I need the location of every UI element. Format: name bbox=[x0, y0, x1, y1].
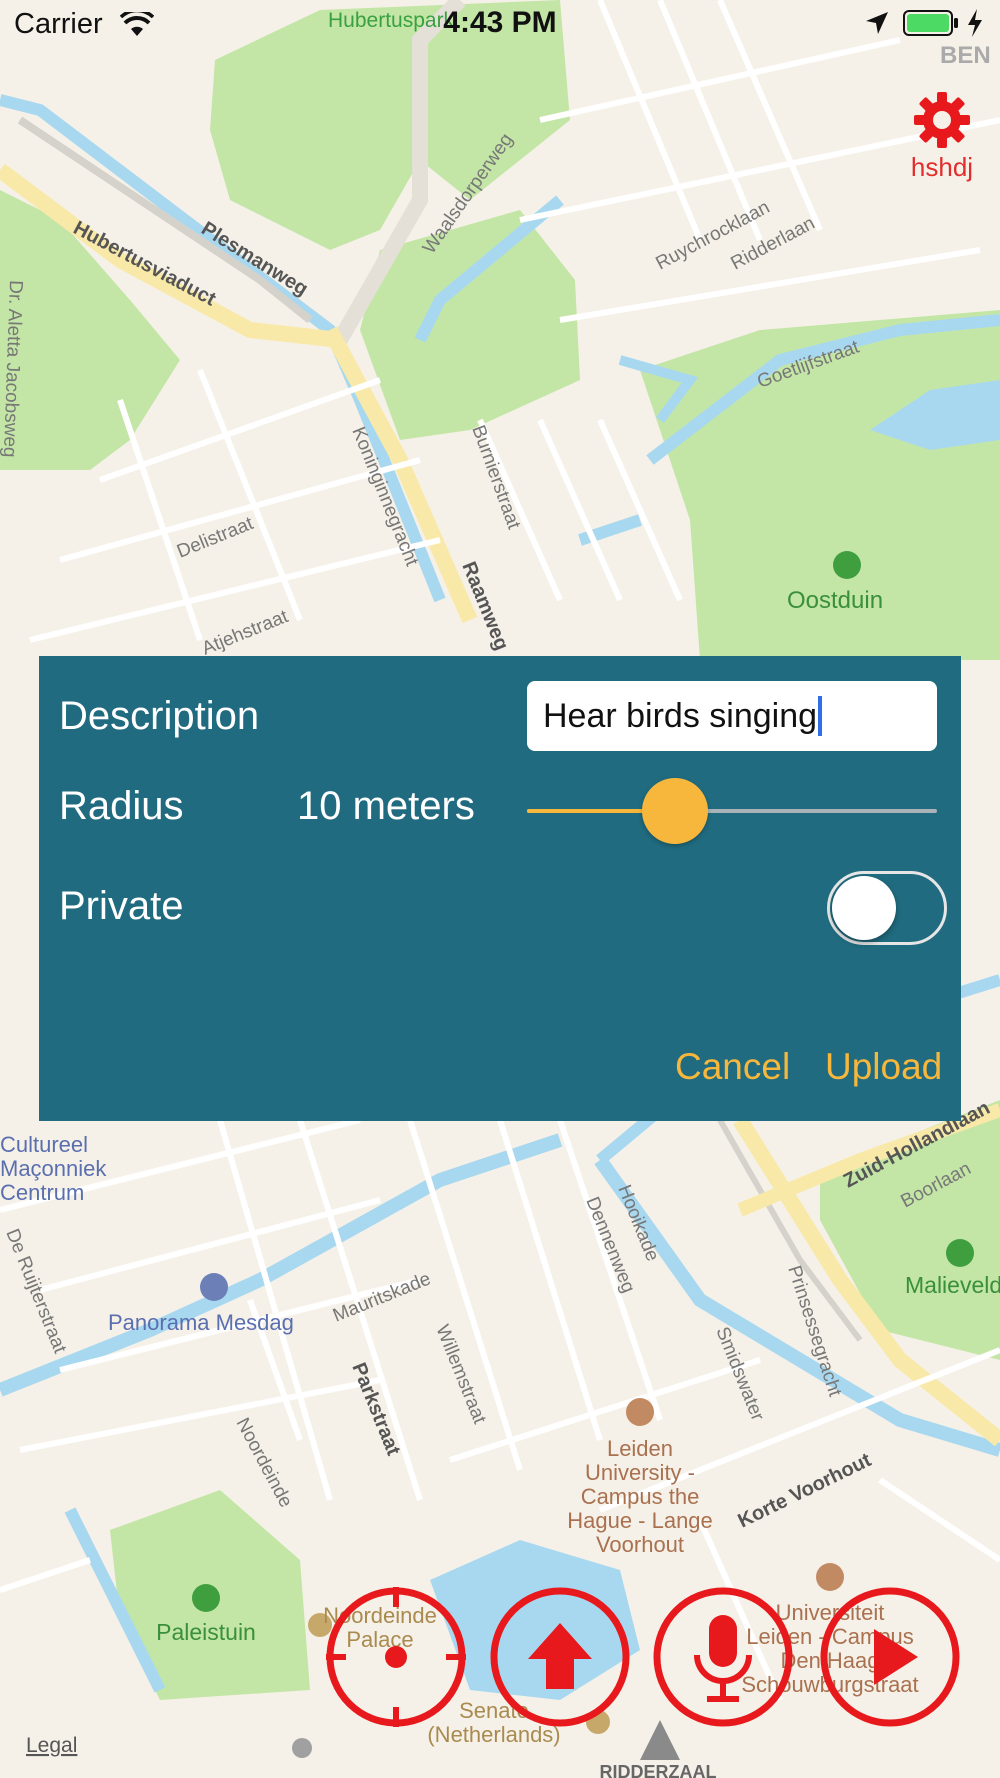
private-toggle[interactable] bbox=[827, 871, 947, 945]
text-caret bbox=[818, 696, 823, 736]
locate-button[interactable] bbox=[324, 1585, 468, 1729]
label-leiden-3: Campus the bbox=[581, 1484, 700, 1509]
paleistuin-pin-icon bbox=[192, 1584, 220, 1612]
microphone-icon bbox=[653, 1587, 793, 1727]
description-label: Description bbox=[59, 694, 260, 738]
label-cultureel: Cultureel bbox=[0, 1132, 88, 1157]
label-leiden-1: Leiden bbox=[607, 1436, 673, 1461]
play-icon bbox=[820, 1587, 960, 1727]
settings-button[interactable]: hshdj bbox=[900, 90, 984, 190]
location-arrow-icon bbox=[866, 12, 888, 34]
leiden-university-school-icon bbox=[626, 1398, 654, 1426]
label-leiden-4: Hague - Lange bbox=[567, 1508, 713, 1533]
label-oostduin: Oostduin bbox=[787, 587, 883, 614]
crosshair-icon bbox=[326, 1587, 466, 1727]
status-time: 4:43 PM bbox=[443, 6, 557, 39]
slider-thumb[interactable] bbox=[641, 778, 708, 844]
play-button[interactable] bbox=[818, 1585, 962, 1729]
label-centrum: Centrum bbox=[0, 1180, 84, 1205]
malieveld-pin-icon bbox=[946, 1239, 974, 1267]
oostduin-pin-icon bbox=[833, 551, 861, 579]
upload-action-button[interactable] bbox=[488, 1585, 632, 1729]
radius-slider[interactable] bbox=[527, 776, 937, 846]
battery-icon bbox=[903, 10, 958, 36]
panorama-mesdag-museum-icon bbox=[200, 1273, 228, 1301]
record-button[interactable] bbox=[651, 1585, 795, 1729]
label-panorama-mesdag: Panorama Mesdag bbox=[108, 1310, 294, 1335]
toggle-knob bbox=[832, 876, 896, 940]
label-malieveld: Malieveld bbox=[905, 1272, 1000, 1298]
username-label: hshdj bbox=[910, 152, 974, 182]
status-bar: Carrier 4:43 PM bbox=[0, 0, 1000, 50]
label-leiden-5: Voorhout bbox=[596, 1532, 684, 1557]
gear-icon bbox=[914, 92, 970, 148]
up-arrow-icon bbox=[490, 1587, 630, 1727]
charging-bolt-icon bbox=[968, 9, 982, 37]
private-label: Private bbox=[59, 884, 184, 928]
radius-value: 10 meters bbox=[297, 784, 475, 828]
label-paleistuin: Paleistuin bbox=[156, 1619, 256, 1645]
radius-label: Radius bbox=[59, 784, 184, 828]
cancel-button[interactable]: Cancel bbox=[675, 1046, 790, 1088]
label-ridderzaal: RIDDERZAAL bbox=[600, 1762, 717, 1778]
label-leiden-2: University - bbox=[585, 1460, 695, 1485]
label-maconniek: Maçonniek bbox=[0, 1156, 107, 1181]
legal-link[interactable]: Legal bbox=[26, 1734, 77, 1757]
description-input-text: Hear birds singing bbox=[543, 696, 818, 735]
upload-button[interactable]: Upload bbox=[825, 1046, 942, 1088]
description-input[interactable]: Hear birds singing bbox=[527, 681, 937, 751]
poi-gray-icon bbox=[292, 1738, 312, 1758]
upload-dialog: Description Hear birds singing Radius 10… bbox=[39, 656, 961, 1121]
